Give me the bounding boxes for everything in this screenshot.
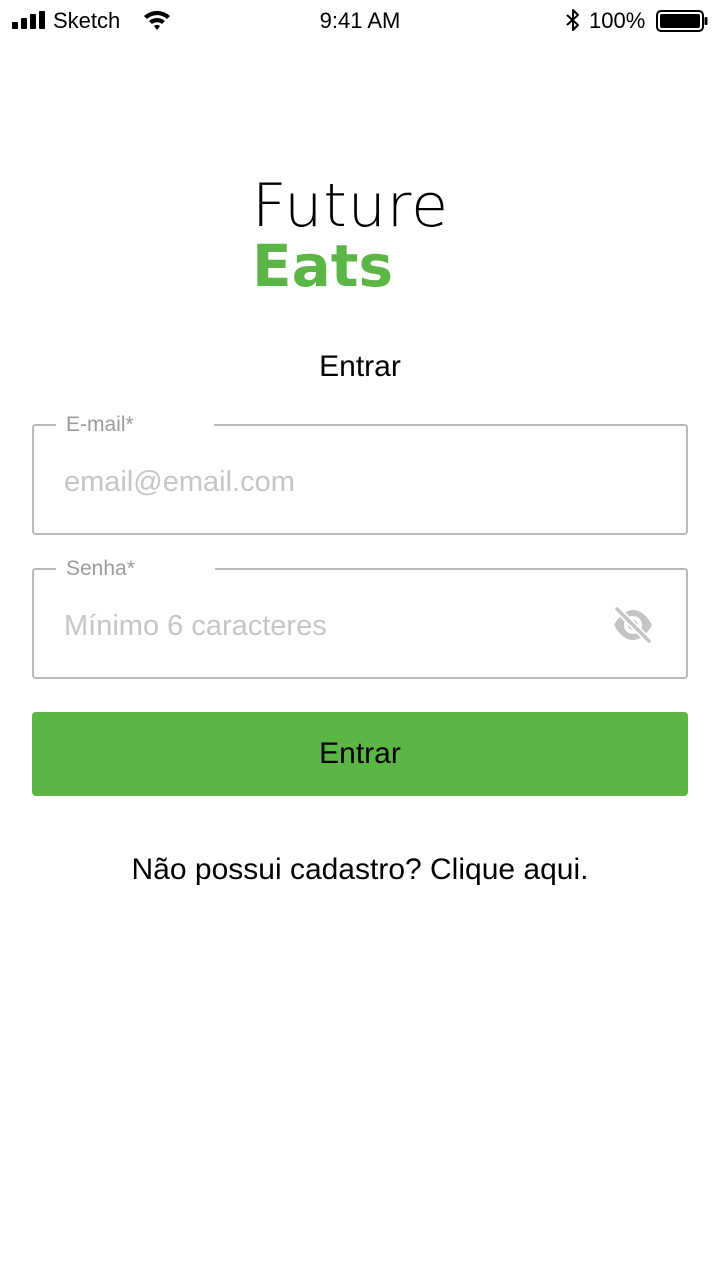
password-input[interactable]: [64, 608, 604, 644]
status-bar: Sketch 9:41 AM 100%: [0, 0, 720, 40]
bluetooth-icon: [566, 9, 579, 31]
login-button[interactable]: Entrar: [32, 712, 688, 796]
eye-off-icon[interactable]: [612, 606, 654, 644]
email-label: E-mail*: [56, 413, 214, 437]
logo: Future Eats: [252, 172, 492, 302]
password-field[interactable]: Senha*: [32, 557, 688, 679]
email-field[interactable]: E-mail*: [32, 413, 688, 535]
logo-eats: Eats: [252, 232, 394, 300]
password-label: Senha*: [56, 557, 215, 581]
email-input[interactable]: [64, 464, 604, 500]
signup-link[interactable]: Não possui cadastro? Clique aqui.: [0, 851, 720, 889]
battery-percent: 100%: [589, 8, 646, 33]
page-title: Entrar: [319, 350, 401, 383]
battery-icon: [656, 10, 708, 32]
logo-future: Future: [252, 171, 450, 241]
